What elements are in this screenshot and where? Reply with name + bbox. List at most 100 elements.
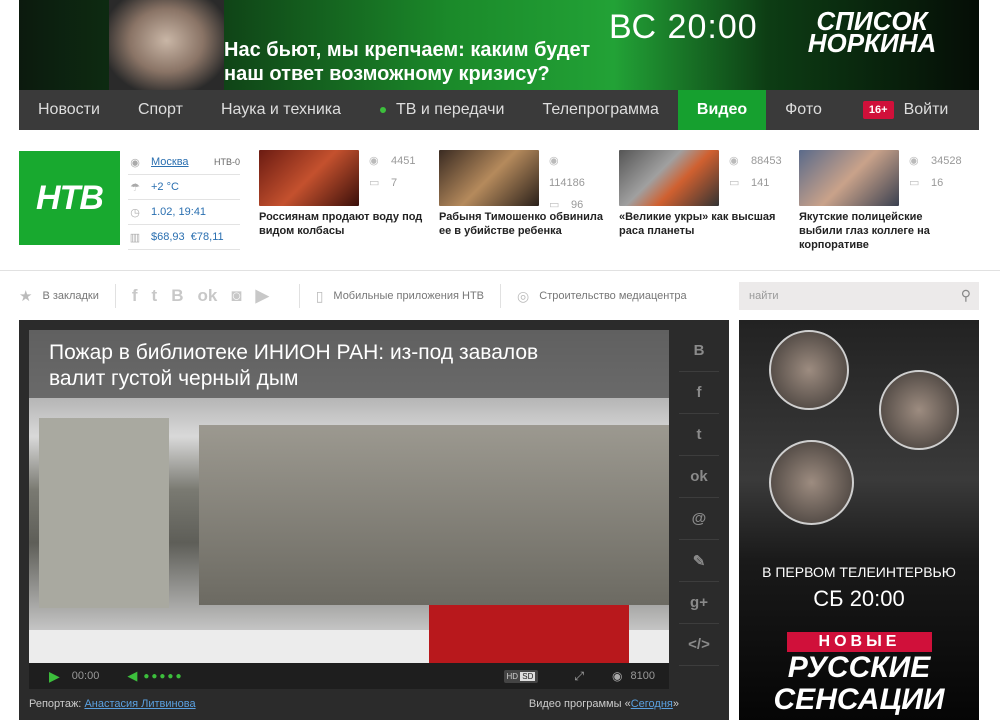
- dot-icon: [380, 106, 387, 113]
- playback-time: 00:00: [71, 670, 100, 682]
- reporter-label: Репортаж:: [29, 698, 82, 710]
- video-scene: [39, 418, 169, 608]
- program-quote: »: [672, 698, 679, 710]
- vk-icon[interactable]: В: [679, 330, 719, 372]
- hd-option[interactable]: HD: [507, 672, 519, 681]
- nav-item-news[interactable]: Новости: [19, 90, 119, 130]
- instagram-icon[interactable]: ◙: [231, 286, 241, 306]
- banner-headline-line2: наш ответ возможному кризису?: [224, 63, 550, 85]
- divider: [114, 284, 116, 308]
- news-caption[interactable]: Якутские полицейские выбили глаз коллеге…: [799, 210, 964, 252]
- comment-count: 96: [571, 199, 584, 211]
- ad-banner[interactable]: В ПЕРВОМ ТЕЛЕИНТЕРВЬЮ СБ 20:00 НОВЫЕ РУС…: [739, 320, 979, 720]
- odnoklassniki-icon[interactable]: ok: [679, 456, 719, 498]
- nav-item-tv[interactable]: ТВ и передачи: [360, 90, 523, 130]
- comment-icon: ▭: [909, 177, 920, 189]
- bookmark-link[interactable]: В закладки: [42, 290, 98, 302]
- promo-banner[interactable]: Нас бьют, мы крепчаем: каким будет наш о…: [19, 0, 979, 90]
- news-caption[interactable]: «Великие укры» как высшая раса планеты: [619, 210, 784, 238]
- search-icon[interactable]: ⚲: [961, 287, 971, 304]
- ad-title-line1: РУССКИЕ: [787, 651, 931, 684]
- mobile-apps-link[interactable]: Мобильные приложения НТВ: [333, 290, 484, 302]
- city-row: ◉ Москва НТВ-0: [128, 150, 240, 175]
- clock-icon: ◷: [130, 206, 140, 219]
- news-stats: ◉ 4451 ▭ 7: [369, 150, 415, 194]
- nav-item-sport[interactable]: Спорт: [119, 90, 202, 130]
- video-frame[interactable]: Пожар в библиотеке ИНИОН РАН: из-под зав…: [29, 330, 669, 685]
- age-rating-badge: 16+: [862, 101, 894, 119]
- media-center-link[interactable]: Строительство медиацентра: [539, 290, 686, 302]
- comment-icon: ▭: [549, 199, 560, 211]
- news-stats: ◉ 114186 ▭ 96: [549, 150, 604, 216]
- ad-title-line2: СЕНСАЦИИ: [773, 683, 945, 716]
- program-label: Видео программы «: [528, 698, 631, 710]
- eye-icon: ◉: [909, 155, 919, 167]
- phone-icon: ▯: [315, 287, 324, 304]
- reporter-link[interactable]: Анастасия Литвинова: [84, 698, 195, 710]
- play-icon[interactable]: ▶: [49, 668, 60, 685]
- youtube-icon[interactable]: ▶: [256, 286, 269, 306]
- fullscreen-icon[interactable]: ⤢: [574, 669, 584, 684]
- nav-item-schedule[interactable]: Телепрограмма: [523, 90, 677, 130]
- twitter-icon[interactable]: t: [152, 286, 158, 306]
- divider: [298, 284, 300, 308]
- video-scene: [199, 425, 669, 605]
- nav-item-photo[interactable]: Фото: [766, 90, 841, 130]
- program-link[interactable]: Сегодня: [631, 698, 673, 710]
- eur-rate: €78,11: [190, 231, 224, 243]
- ad-portrait: [769, 330, 849, 410]
- player-controls: ▶ 00:00 ◀ ●●●●● HD SD ⤢ ◉ 8100: [29, 663, 669, 689]
- video-credit: Репортаж: Анастасия Литвинова Видео прог…: [29, 698, 679, 710]
- nav-item-video[interactable]: Видео: [677, 90, 767, 130]
- share-sidebar: В f t ok @ ✎ g+ </>: [679, 330, 719, 666]
- google-plus-icon[interactable]: g+: [679, 582, 719, 624]
- login-link[interactable]: Войти: [904, 101, 949, 119]
- datetime: 1.02, 19:41: [151, 206, 207, 218]
- odnoklassniki-icon[interactable]: ok: [197, 286, 217, 306]
- sd-option[interactable]: SD: [520, 671, 536, 681]
- video-title: Пожар в библиотеке ИНИОН РАН: из-под зав…: [29, 330, 669, 398]
- facebook-icon[interactable]: f: [132, 286, 138, 306]
- news-item[interactable]: ◉ 88453 ▭ 141 «Великие укры» как высшая рас…: [619, 150, 784, 238]
- news-thumbnail[interactable]: [619, 150, 719, 206]
- eye-icon: ◉: [369, 155, 379, 167]
- livejournal-icon[interactable]: ✎: [679, 540, 719, 582]
- comment-count: 7: [391, 177, 398, 189]
- ad-line3: НОВЫЕ: [787, 632, 932, 652]
- eye-icon: ◉: [549, 155, 559, 167]
- quality-toggle[interactable]: HD SD: [503, 669, 539, 683]
- search-input[interactable]: найти ⚲: [739, 282, 979, 310]
- news-caption[interactable]: Россиянам продают воду под видом колбасы: [259, 210, 424, 238]
- twitter-icon[interactable]: t: [679, 414, 719, 456]
- star-icon: ★: [19, 288, 33, 305]
- news-thumbnail[interactable]: [439, 150, 539, 206]
- eye-icon: ◉: [729, 155, 739, 167]
- nav-item-science[interactable]: Наука и техника: [202, 90, 360, 130]
- comment-count: 16: [931, 177, 944, 189]
- vk-icon[interactable]: В: [171, 286, 183, 306]
- volume-icon[interactable]: ◀: [127, 668, 137, 684]
- channel-label: НТВ-0: [213, 157, 240, 167]
- weather-icon: ☂: [130, 181, 140, 194]
- ntv-logo[interactable]: НТВ: [19, 151, 120, 245]
- email-icon[interactable]: @: [679, 498, 719, 540]
- facebook-icon[interactable]: f: [679, 372, 719, 414]
- embed-icon[interactable]: </>: [679, 624, 719, 666]
- building-icon: ◎: [517, 287, 530, 304]
- news-thumbnail[interactable]: [259, 150, 359, 206]
- news-thumbnail[interactable]: [799, 150, 899, 206]
- video-title-line2: валит густой черный дым: [49, 367, 299, 390]
- reporter: Репортаж: Анастасия Литвинова: [29, 698, 196, 710]
- city-link[interactable]: Москва: [151, 156, 189, 168]
- news-item[interactable]: ◉ 34528 ▭ 16 Якутские полицейские выбили гл…: [799, 150, 964, 252]
- view-count: 34528: [931, 155, 962, 167]
- view-count: 114186: [549, 177, 585, 189]
- volume-slider[interactable]: ●●●●●: [143, 671, 183, 682]
- ad-portrait: [769, 440, 854, 525]
- news-stats: ◉ 88453 ▭ 141: [729, 150, 782, 194]
- video-player: Пожар в библиотеке ИНИОН РАН: из-под зав…: [19, 320, 729, 720]
- comment-count: 141: [751, 177, 770, 189]
- weather-row: ☂ +2 °C: [128, 175, 240, 200]
- news-item[interactable]: ◉114186 ▭ 96 Рабыня Тимошенко обвинила ее …: [439, 150, 604, 238]
- news-item[interactable]: ◉ 4451 ▭ 7 Россиянам продают воду под видом…: [259, 150, 424, 238]
